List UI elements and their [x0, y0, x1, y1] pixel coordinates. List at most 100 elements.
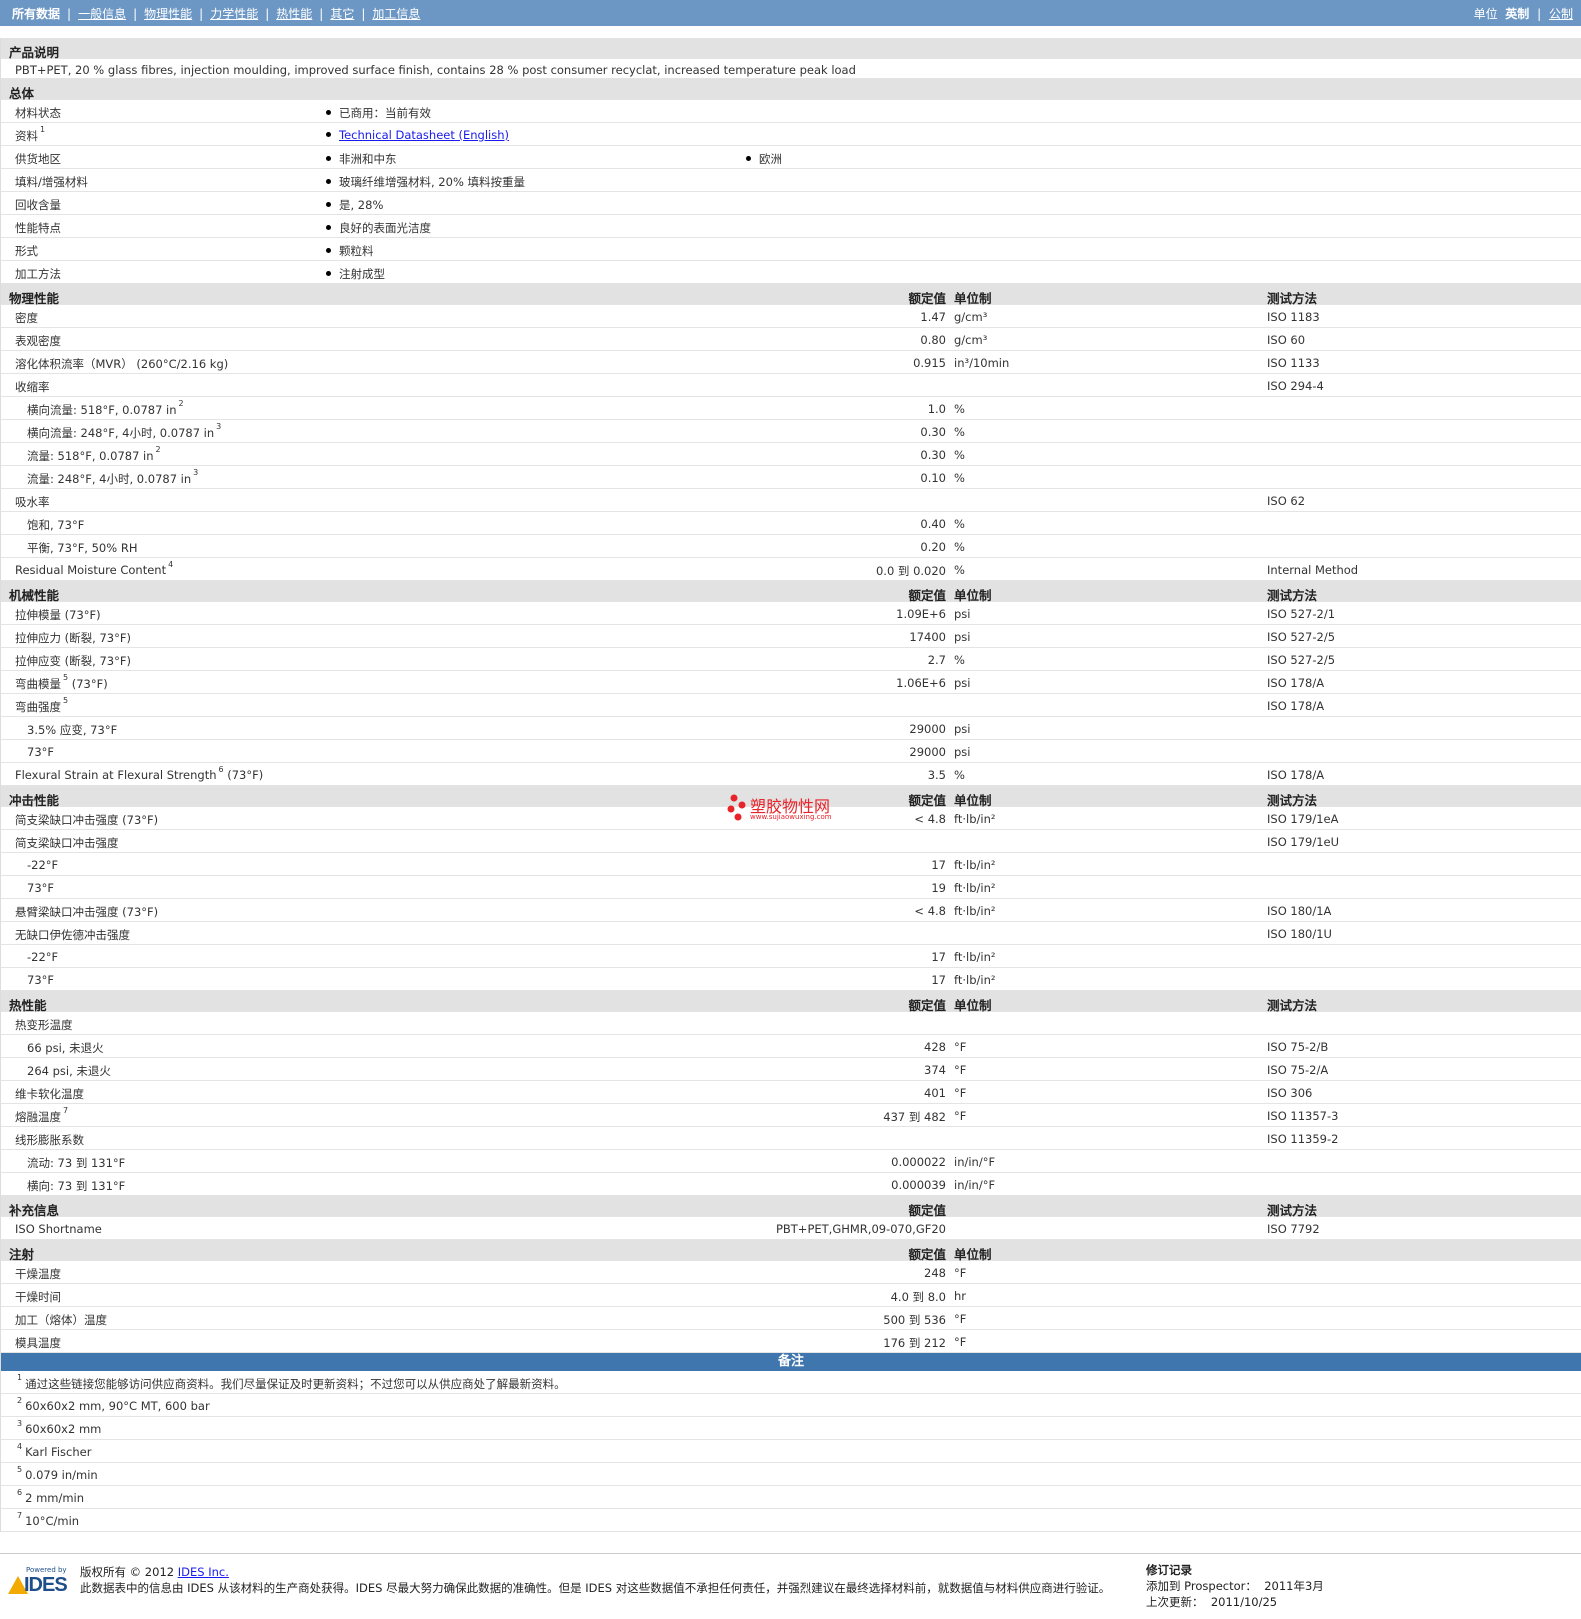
property-label: 维卡软化温度	[15, 1086, 84, 1102]
note-text: 0.079 in/min	[25, 1468, 98, 1482]
note-item: 1 通过这些链接您能够访问供应商资料。我们尽量保证及时更新资料；不过您可以从供应商…	[15, 1373, 566, 1392]
property-label: 线形膨胀系数	[15, 1132, 84, 1148]
watermark-url: www.sujiaowuxing.com	[750, 813, 832, 821]
property-label: 横向流量: 248°F, 4小时, 0.0787 in 3	[27, 422, 222, 441]
bullet-value: 良好的表面光洁度	[326, 220, 431, 236]
row-label: 回收含量	[15, 197, 61, 213]
nav-item-6[interactable]: 加工信息	[372, 7, 420, 21]
property-row: 悬臂梁缺口冲击强度 (73°F) < 4.8 ft·lb/in² ISO 180/1A	[1, 899, 1581, 922]
property-name: 流量: 518°F, 0.0787 in	[27, 449, 154, 463]
bullet-text: 已商用：当前有效	[339, 106, 431, 120]
nav-item-3[interactable]: 力学性能	[210, 7, 258, 21]
property-value: 29000	[909, 745, 946, 759]
general-row: 资料 1 Technical Datasheet (English)	[1, 123, 1581, 146]
nav-item-5[interactable]: 其它	[330, 7, 354, 21]
property-value: 17400	[909, 630, 946, 644]
property-label: Flexural Strain at Flexural Strength 6 (7…	[15, 765, 263, 782]
footnote-ref: 6	[218, 765, 224, 774]
property-label: ISO Shortname	[15, 1222, 102, 1236]
unit-english[interactable]: 英制	[1505, 7, 1529, 21]
property-value: 0.30	[920, 448, 946, 462]
footnote-ref: 3	[216, 422, 222, 431]
test-method: ISO 178/A	[1267, 768, 1325, 782]
property-row: 维卡软化温度 401 °F ISO 306	[1, 1081, 1581, 1104]
footnote-ref: 7	[63, 1106, 69, 1115]
general-row: 回收含量 是, 28%	[1, 192, 1581, 215]
property-unit: %	[954, 768, 965, 782]
property-name: 弯曲模量	[15, 677, 61, 691]
property-unit: ft·lb/in²	[954, 973, 996, 987]
section-header: 物理性能 额定值 单位制 测试方法	[1, 284, 1581, 306]
nav-item-4[interactable]: 热性能	[276, 7, 312, 21]
property-unit: °F	[954, 1109, 967, 1123]
logo-text: IDES	[24, 1574, 68, 1596]
property-name: 模具温度	[15, 1336, 61, 1350]
bullet-icon	[326, 132, 331, 137]
nav-item-2[interactable]: 物理性能	[144, 7, 192, 21]
property-label: 弯曲模量 5 (73°F)	[15, 673, 108, 692]
property-name: 热变形温度	[15, 1018, 73, 1032]
property-name: 264 psi, 未退火	[27, 1064, 111, 1078]
nav-item-1[interactable]: 一般信息	[78, 7, 126, 21]
property-value: 1.47	[920, 310, 946, 324]
property-label: 73°F	[27, 745, 54, 759]
property-label: 流量: 518°F, 0.0787 in 2	[27, 445, 161, 464]
property-value: 3.5	[927, 768, 946, 782]
test-method: ISO 294-4	[1267, 379, 1324, 393]
property-value: 0.000039	[891, 1178, 946, 1192]
property-name: 干燥时间	[15, 1290, 61, 1304]
unit-metric[interactable]: 公制	[1549, 7, 1573, 21]
property-value: 1.06E+6	[896, 676, 946, 690]
bullet-icon	[326, 248, 331, 253]
property-value: 428	[924, 1040, 946, 1054]
property-row: 简支梁缺口冲击强度 ISO 179/1eU	[1, 830, 1581, 853]
property-unit: psi	[954, 676, 971, 690]
property-row: Flexural Strain at Flexural Strength 6 (7…	[1, 763, 1581, 786]
test-method: ISO 178/A	[1267, 699, 1325, 713]
revision-history: 修订记录 添加到 Prospector： 2011年3月 上次更新： 2011/…	[1146, 1562, 1324, 1610]
ides-link[interactable]: IDES Inc.	[178, 1565, 229, 1579]
property-value: 0.000022	[891, 1155, 946, 1169]
property-name: -22°F	[27, 950, 59, 964]
test-method: ISO 179/1eU	[1267, 835, 1340, 849]
property-value: 1.0	[927, 402, 946, 416]
bullet-text: 良好的表面光洁度	[339, 221, 431, 235]
property-row: 拉伸应变 (断裂, 73°F) 2.7% ISO 527-2/5	[1, 648, 1581, 671]
footnote-ref: 4	[168, 560, 174, 569]
row-label-text: 填料/增强材料	[15, 175, 88, 189]
property-row: 流量: 518°F, 0.0787 in 2 0.30%	[1, 443, 1581, 466]
nav-item-0[interactable]: 所有数据	[12, 7, 60, 21]
property-unit: %	[954, 471, 965, 485]
footer: Powered by IDES 版权所有 © 2012 IDES Inc. 此数…	[0, 1553, 1581, 1619]
property-unit: psi	[954, 722, 971, 736]
property-name: 线形膨胀系数	[15, 1133, 84, 1147]
property-name: 平衡, 73°F, 50% RH	[27, 541, 138, 555]
property-unit: psi	[954, 607, 971, 621]
units-label: 单位	[1473, 7, 1498, 21]
test-method: Internal Method	[1267, 563, 1359, 577]
note-row: 4 Karl Fischer	[1, 1440, 1581, 1463]
property-row: 73°F 17 ft·lb/in²	[1, 968, 1581, 991]
general-row: 填料/增强材料 玻璃纤维增强材料, 20% 填料按重量	[1, 169, 1581, 192]
property-name: 拉伸应变 (断裂, 73°F)	[15, 654, 131, 668]
nav-separator: |	[319, 7, 324, 21]
property-name: 简支梁缺口冲击强度 (73°F)	[15, 813, 159, 827]
property-value: 1.09E+6	[896, 607, 946, 621]
test-method: ISO 75-2/A	[1267, 1063, 1329, 1077]
property-label: -22°F	[27, 858, 58, 872]
property-name: 熔融温度	[15, 1110, 61, 1124]
bullet-value: 欧洲	[746, 151, 782, 167]
property-label: 264 psi, 未退火	[27, 1063, 111, 1079]
property-unit: ft·lb/in²	[954, 812, 996, 826]
property-unit: °F	[954, 1266, 967, 1280]
watermark-dots-icon	[727, 794, 746, 821]
property-unit: g/cm³	[954, 310, 988, 324]
property-name: 流动: 73 到 131°F	[27, 1156, 126, 1170]
property-name: 拉伸应力 (断裂, 73°F)	[15, 631, 131, 645]
property-unit: psi	[954, 630, 971, 644]
datasheet-link[interactable]: Technical Datasheet (English)	[339, 128, 509, 142]
property-value: 2.7	[927, 653, 946, 667]
revision-title: 修订记录	[1146, 1563, 1192, 1577]
test-method: ISO 179/1eA	[1267, 812, 1339, 826]
property-value: 0.30	[920, 425, 946, 439]
